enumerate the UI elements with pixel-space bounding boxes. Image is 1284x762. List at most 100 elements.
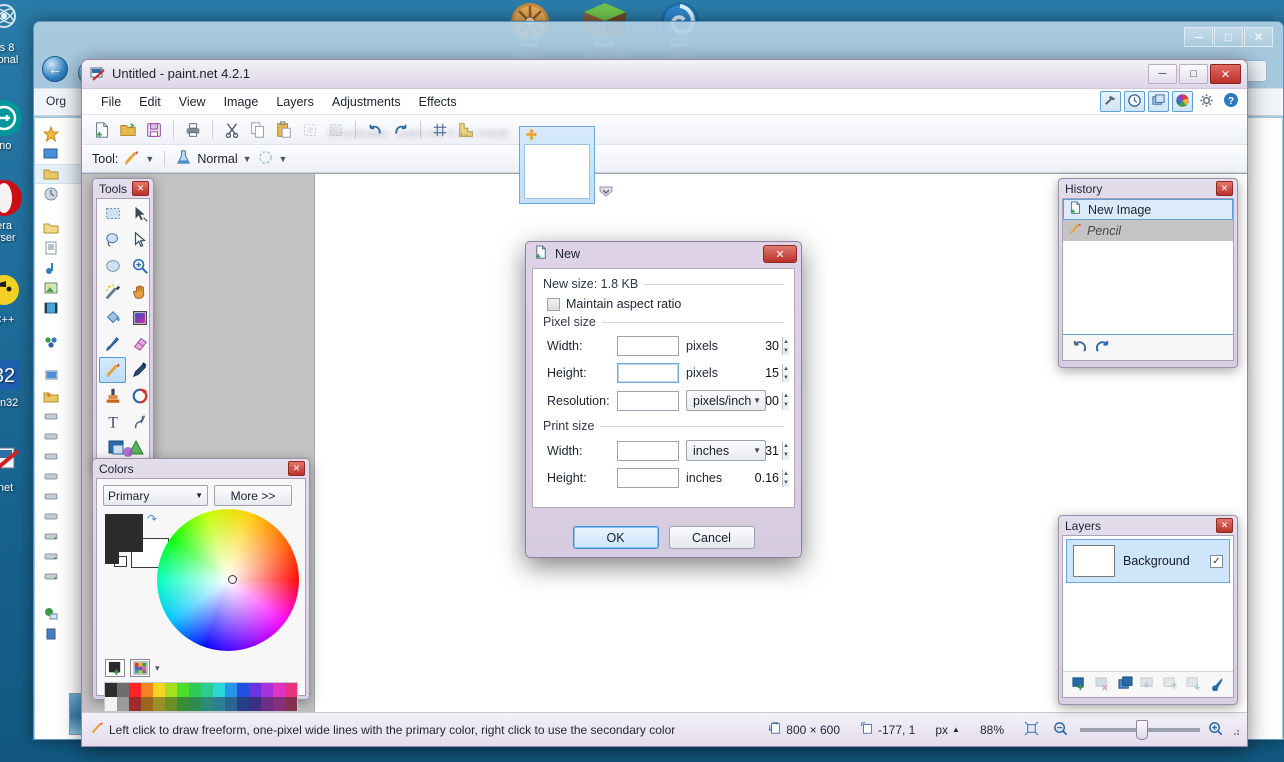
zoom-slider[interactable] [1080,719,1200,740]
rectangle-select-tool[interactable] [99,201,126,227]
palette-swatch[interactable] [141,697,153,711]
palette-swatch[interactable] [225,697,237,711]
palette-swatch[interactable] [237,683,249,697]
ellipse-select-tool[interactable] [99,253,126,279]
color-mode-dropdown[interactable]: Primary ▼ [103,485,208,506]
antialias-icon[interactable] [257,149,274,169]
pencil-tool[interactable] [99,357,126,383]
new-dialog-buttons[interactable]: OK Cancel [526,526,801,549]
line-curve-tool[interactable] [126,409,153,435]
palette-swatch[interactable] [153,697,165,711]
spin-up-icon[interactable]: ▲ [783,469,789,478]
pixel-height-row[interactable]: Height: ▲ ▼ pixels [547,363,789,383]
fit-to-window-button[interactable] [1014,721,1049,739]
palette-swatch[interactable] [129,697,141,711]
zoom-tool[interactable] [126,253,153,279]
paint-bucket-tool[interactable] [99,305,126,331]
swap-colors-icon[interactable]: ↷ [147,512,157,526]
paintnet-titlebar[interactable]: Untitled - paint.net 4.2.1 ─ □ ✕ [82,60,1247,89]
layers-footer[interactable] [1063,671,1233,697]
palette-swatch[interactable] [201,683,213,697]
layers-toggle-button[interactable] [1148,91,1169,112]
paintnet-maximize-button[interactable]: □ [1179,64,1208,84]
spin-down-icon[interactable]: ▼ [783,373,789,382]
move-layer-down-button[interactable] [1185,676,1202,694]
menu-adjustments[interactable]: Adjustments [323,91,410,113]
menu-layers[interactable]: Layers [267,91,323,113]
palette-swatch[interactable] [273,683,285,697]
tools-panel-titlebar[interactable]: Tools ✕ [93,179,153,198]
pixel-width-row[interactable]: Width: ▲ ▼ pixels [547,336,789,356]
palette-row-2[interactable] [105,697,297,711]
resolution-spinner[interactable]: ▲ ▼ [617,390,789,411]
blend-mode-label[interactable]: Normal [197,152,237,166]
primary-color-swatch[interactable] [105,514,143,552]
units-cell[interactable]: px ▲ [925,723,970,737]
add-layer-button[interactable] [1071,676,1088,694]
desktop-icon-paintnet[interactable]: .net [0,440,36,494]
new-dialog-close-button[interactable]: ✕ [763,245,797,263]
explorer-close-button[interactable]: ✕ [1244,27,1273,47]
palette-dropdown-caret[interactable]: ▾ [155,663,160,674]
maintain-aspect-ratio-row[interactable]: Maintain aspect ratio [547,297,784,311]
colors-toggle-button[interactable] [1172,91,1193,112]
spinner-arrows[interactable]: ▲ ▼ [782,364,789,382]
explorer-maximize-button[interactable]: □ [1214,27,1243,47]
tools-panel-body[interactable]: T [96,198,150,464]
color-picker-tool[interactable] [126,357,153,383]
move-selection-tool[interactable] [126,227,153,253]
palette-swatch[interactable] [117,697,129,711]
history-panel[interactable]: History ✕ New Image Pencil [1058,178,1238,368]
palette-swatch[interactable] [141,683,153,697]
menu-file[interactable]: File [92,91,130,113]
crop-to-selection-button[interactable] [298,118,322,142]
paintnet-toolbar[interactable] [82,115,1247,145]
tools-toggle-button[interactable] [1100,91,1121,112]
desktop-icon-devcpp[interactable]: C++ [0,272,36,326]
save-button[interactable] [142,118,166,142]
resize-grip[interactable] [1227,723,1241,737]
print-height-spinner[interactable]: ▲ ▼ [617,468,789,488]
back-button[interactable]: ← [42,56,68,82]
palette-swatch[interactable] [249,697,261,711]
deselect-all-button[interactable] [324,118,348,142]
paintnet-tool-options-bar[interactable]: Tool: ▼ Normal ▼ ▼ [82,145,1247,173]
layer-row-background[interactable]: Background ✓ [1066,539,1230,583]
history-toggle-button[interactable] [1124,91,1145,112]
palette-swatch[interactable] [129,683,141,697]
color-wheel-cursor[interactable] [228,575,237,584]
paintnet-close-button[interactable]: ✕ [1210,64,1241,84]
spinner-arrows[interactable]: ▲ ▼ [782,337,789,355]
eraser-tool[interactable] [126,331,153,357]
spin-down-icon[interactable]: ▼ [783,346,789,355]
layers-panel-titlebar[interactable]: Layers ✕ [1059,516,1237,535]
palette-swatch[interactable] [285,683,297,697]
palette-swatch[interactable] [105,697,117,711]
spin-up-icon[interactable]: ▲ [783,392,789,401]
spin-down-icon[interactable]: ▼ [783,401,789,410]
help-button[interactable]: ? [1220,91,1241,112]
new-image-dialog[interactable]: New ✕ New size: 1.8 KB Maintain aspect r… [525,241,802,558]
color-palette[interactable] [104,682,298,712]
palette-swatch[interactable] [225,683,237,697]
paintnet-panel-toggles[interactable]: ? [1100,91,1241,112]
palette-swatch[interactable] [177,683,189,697]
zoom-out-button[interactable] [1049,721,1072,739]
history-list[interactable]: New Image Pencil [1062,198,1234,361]
reset-primary-swatch[interactable] [105,550,119,564]
grid-button[interactable] [428,118,452,142]
maintain-aspect-ratio-checkbox[interactable] [547,297,560,311]
palette-swatch[interactable] [213,697,225,711]
history-panel-titlebar[interactable]: History ✕ [1059,179,1237,198]
print-unit-dropdown[interactable]: inches ▼ [686,440,766,461]
spinner-arrows[interactable]: ▲ ▼ [782,391,789,410]
spin-up-icon[interactable]: ▲ [783,337,789,346]
colors-panel-titlebar[interactable]: Colors ✕ [93,459,309,478]
spin-up-icon[interactable]: ▲ [783,442,789,451]
spin-up-icon[interactable]: ▲ [783,364,789,373]
units-caret-icon[interactable]: ▲ [952,725,960,734]
print-width-spinner[interactable]: ▲ ▼ [617,440,789,461]
palette-swatch[interactable] [165,683,177,697]
tools-panel[interactable]: Tools ✕ T [92,178,154,468]
new-dialog-body[interactable]: New size: 1.8 KB Maintain aspect ratio P… [532,268,795,508]
